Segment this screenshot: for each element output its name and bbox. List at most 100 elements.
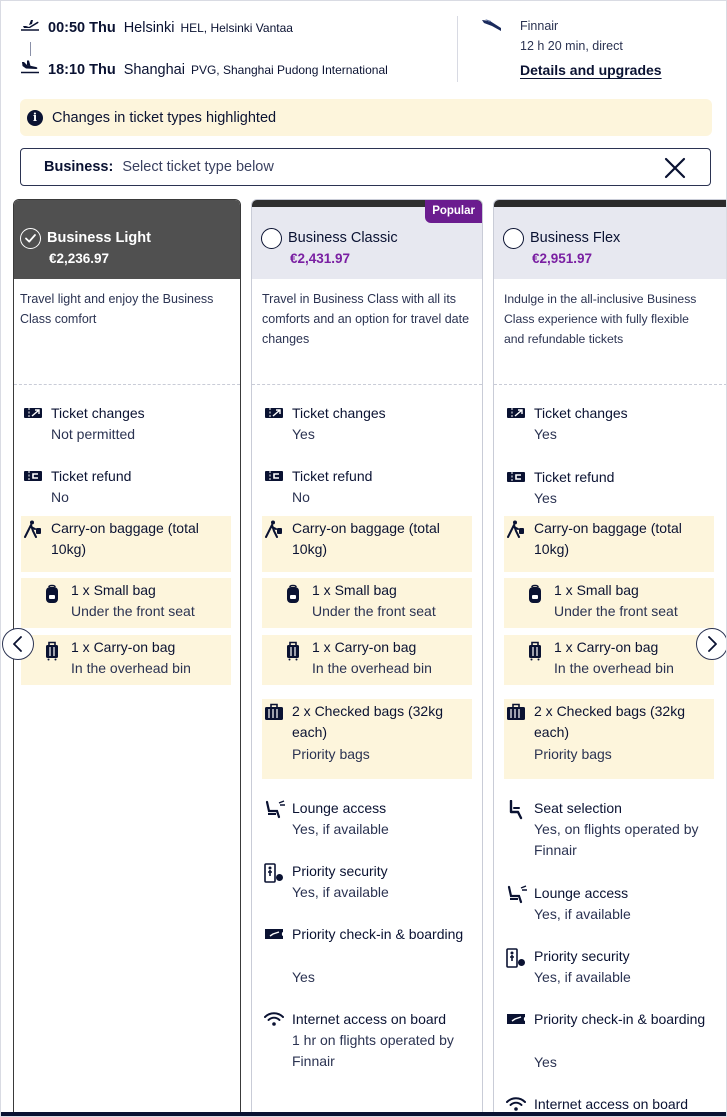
feature-value: Yes (534, 490, 557, 506)
feature-row: 1 x Carry-on bag In the overhead bin (262, 635, 472, 685)
feature-title: 1 x Carry-on bag (71, 639, 176, 655)
backpack-icon (43, 584, 63, 603)
feature-row: Seat selection Yes, on flights operated b… (504, 796, 714, 870)
feature-row: Lounge access Yes, if available (504, 881, 714, 933)
feature-title: Priority check-in & boarding (292, 926, 464, 942)
feature-value: Yes, on flights operated by Finnair (534, 821, 699, 858)
fare-card-business-light[interactable]: Business Light €2,236.97 Travel light an… (13, 199, 241, 1117)
feature-title: Lounge access (292, 800, 387, 816)
landing-icon (20, 60, 42, 79)
feature-row: Carry-on baggage (total 10kg) (504, 516, 714, 572)
fare-card-business-classic[interactable]: Popular Business Classic €2,431.97 Trave… (251, 199, 483, 1117)
header-divider (457, 16, 458, 82)
feature-title: Ticket changes (292, 405, 386, 421)
bottom-bar (0, 1112, 727, 1117)
feature-title: 1 x Carry-on bag (312, 639, 417, 655)
seat-icon (506, 799, 526, 820)
feature-row: Priority check-in & boarding Yes (262, 922, 472, 996)
ticket-change-icon (506, 405, 526, 421)
feature-title: Priority security (534, 948, 630, 964)
feature-value: Under the front seat (71, 603, 195, 619)
feature-row: Internet access on board 1 hr on flights … (262, 1007, 472, 1069)
feature-value: Yes, if available (292, 884, 389, 900)
cabin-label: Business: (44, 159, 114, 175)
fare-name: Business Classic (288, 230, 398, 246)
feature-title: Ticket refund (51, 468, 132, 484)
feature-value: In the overhead bin (312, 660, 432, 676)
suitcase-icon (284, 641, 304, 661)
fare-description: Travel light and enjoy the Business Clas… (20, 292, 214, 326)
fare-description: Travel in Business Class with all its co… (262, 292, 470, 346)
ticket-refund-icon (23, 468, 43, 484)
departure-segment: 00:50 Thu Helsinki HEL, Helsinki Vantaa (20, 18, 293, 37)
feature-title: Priority check-in & boarding (534, 1011, 706, 1027)
feature-row: Lounge access Yes, if available (262, 796, 472, 848)
feature-title: Carry-on baggage (total 10kg) (51, 520, 199, 557)
ticket-refund-icon (264, 468, 284, 484)
suitcase-icon (526, 641, 546, 661)
details-and-upgrades-link[interactable]: Details and upgrades (520, 62, 662, 78)
takeoff-icon (20, 18, 42, 37)
arrival-city: Shanghai (123, 62, 185, 78)
info-icon: i (27, 109, 43, 126)
cabin-selector-bar: Business: Select ticket type below (20, 148, 711, 186)
flight-summary: 00:50 Thu Helsinki HEL, Helsinki Vantaa … (0, 0, 727, 95)
fare-card-business-flex[interactable]: Business Flex €2,951.97 Indulge in the a… (493, 199, 727, 1117)
segment-connector-line (30, 42, 31, 56)
feature-row: 2 x Checked bags (32kg each) Priority bag… (262, 699, 472, 779)
feature-title: 2 x Checked bags (32kg each) (534, 703, 685, 740)
carousel-prev-button[interactable] (2, 628, 34, 660)
fare-radio[interactable] (503, 228, 524, 249)
feature-title: Lounge access (534, 885, 629, 901)
feature-row: Ticket changes Yes (504, 401, 714, 453)
feature-row: 1 x Small bag Under the front seat (504, 578, 714, 628)
feature-title: Carry-on baggage (total 10kg) (292, 520, 440, 557)
feature-title: Carry-on baggage (total 10kg) (534, 520, 682, 557)
feature-row: Ticket changes Yes (262, 401, 472, 453)
feature-value: 1 hr on flights operated by Finnair (292, 1032, 454, 1069)
notice-text: Changes in ticket types highlighted (52, 109, 277, 126)
fare-price: €2,431.97 (290, 251, 351, 266)
fare-price: €2,951.97 (532, 251, 593, 266)
feature-title: 1 x Small bag (554, 582, 639, 598)
wifi-icon (264, 1011, 284, 1027)
changes-notice: i Changes in ticket types highlighted (20, 99, 712, 136)
priority-security-icon (506, 948, 526, 968)
priority-security-icon (264, 863, 284, 883)
priority-boarding-icon (506, 1011, 526, 1027)
feature-row: 1 x Carry-on bag In the overhead bin (504, 635, 714, 685)
feature-value: Yes, if available (534, 969, 631, 985)
priority-boarding-icon (264, 926, 284, 942)
feature-row: Priority check-in & boarding Yes (504, 1007, 714, 1081)
feature-title: Internet access on board (292, 1011, 447, 1027)
fare-radio[interactable] (261, 228, 282, 249)
feature-value: Yes, if available (534, 906, 631, 922)
feature-value: Priority bags (534, 746, 612, 762)
feature-title: 1 x Small bag (312, 582, 397, 598)
arrival-airport: PVG, Shanghai Pudong International (190, 63, 388, 77)
feature-row: 1 x Small bag Under the front seat (262, 578, 472, 628)
feature-title: Ticket changes (51, 405, 145, 421)
feature-value: Not permitted (51, 426, 136, 442)
arrival-segment: 18:10 Thu Shanghai PVG, Shanghai Pudong … (20, 60, 388, 79)
feature-row: 2 x Checked bags (32kg each) Priority bag… (504, 699, 714, 779)
ticket-change-icon (23, 405, 43, 421)
feature-title: 1 x Small bag (71, 582, 156, 598)
feature-row: Carry-on baggage (total 10kg) (262, 516, 472, 572)
fare-radio-selected[interactable] (20, 228, 41, 249)
feature-value: Yes (534, 426, 557, 442)
backpack-icon (284, 584, 304, 603)
feature-title: 1 x Carry-on bag (554, 639, 659, 655)
walking-luggage-icon (23, 520, 43, 538)
feature-value: No (51, 489, 69, 505)
feature-value: Yes (292, 969, 315, 985)
feature-title: 2 x Checked bags (32kg each) (292, 703, 443, 740)
close-icon[interactable] (664, 157, 686, 179)
feature-value: No (292, 489, 310, 505)
fare-price: €2,236.97 (49, 251, 110, 266)
feature-value: In the overhead bin (71, 660, 191, 676)
carousel-next-button[interactable] (696, 628, 727, 660)
feature-row: 1 x Small bag Under the front seat (21, 578, 231, 628)
checked-bags-icon (506, 703, 526, 720)
feature-row: Priority security Yes, if available (262, 859, 472, 911)
